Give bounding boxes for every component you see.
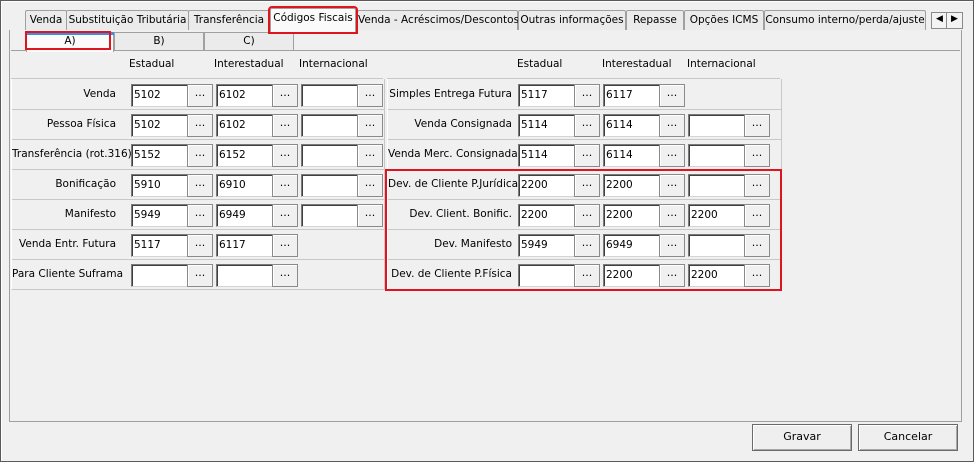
- right-interestadual-input[interactable]: 6117: [603, 84, 664, 107]
- left-internacional-browse-button[interactable]: ...: [357, 174, 383, 197]
- right-internacional-browse-button[interactable]: ...: [744, 144, 770, 167]
- subtab-b[interactable]: B): [114, 32, 204, 51]
- left-col-estadual: Estadual: [129, 58, 175, 70]
- tab-repasse[interactable]: Repasse: [626, 10, 684, 31]
- left-cfop-row: Venda 5102... 6102......: [11, 79, 385, 110]
- left-estadual-input[interactable]: 5910: [131, 174, 192, 197]
- right-interestadual-browse-button[interactable]: ...: [659, 84, 685, 107]
- tab-transferencia[interactable]: Transferência: [188, 10, 270, 31]
- left-estadual-browse-button[interactable]: ...: [187, 264, 213, 287]
- left-cfop-row: Pessoa Física 5102... 6102......: [11, 109, 385, 140]
- tab-opcoes-icms[interactable]: Opções ICMS: [684, 10, 764, 31]
- right-estadual-input[interactable]: 5114: [518, 144, 579, 167]
- right-col-internacional: Internacional: [687, 58, 756, 70]
- left-estadual-input[interactable]: 5949: [131, 204, 192, 227]
- right-col-estadual: Estadual: [517, 58, 563, 70]
- right-interestadual-input[interactable]: 6114: [603, 114, 664, 137]
- left-internacional-browse-button[interactable]: ...: [357, 144, 383, 167]
- left-interestadual-input[interactable]: 6102: [216, 84, 277, 107]
- left-row-label: Pessoa Física: [46, 118, 116, 130]
- left-internacional-input[interactable]: [301, 204, 362, 227]
- left-row-label: Para Cliente Suframa: [12, 268, 124, 280]
- left-estadual-browse-button[interactable]: ...: [187, 234, 213, 257]
- left-row-label: Venda: [83, 88, 116, 100]
- tab-outras-informacoes[interactable]: Outras informações: [518, 10, 626, 31]
- right-interestadual-browse-button[interactable]: ...: [659, 114, 685, 137]
- left-row-label: Venda Entr. Futura: [19, 238, 116, 250]
- left-interestadual-input[interactable]: 6152: [216, 144, 277, 167]
- tab-venda-acrescimos-descontos[interactable]: Venda - Acréscimos/Descontos: [357, 10, 519, 31]
- right-internacional-browse-button[interactable]: ...: [744, 114, 770, 137]
- left-estadual-browse-button[interactable]: ...: [187, 174, 213, 197]
- left-interestadual-input[interactable]: 6949: [216, 204, 277, 227]
- left-cfop-row: Venda Entr. Futura 5117... 6117...: [11, 229, 385, 260]
- left-interestadual-browse-button[interactable]: ...: [272, 84, 298, 107]
- left-row-label: Bonificação: [55, 178, 116, 190]
- left-interestadual-browse-button[interactable]: ...: [272, 174, 298, 197]
- tab-scroll-right-icon[interactable]: ▶: [946, 12, 963, 29]
- left-estadual-browse-button[interactable]: ...: [187, 84, 213, 107]
- right-row-label: Simples Entrega Futura: [389, 88, 512, 100]
- left-interestadual-input[interactable]: 6910: [216, 174, 277, 197]
- left-estadual-browse-button[interactable]: ...: [187, 204, 213, 227]
- left-internacional-input[interactable]: [301, 84, 362, 107]
- right-cfop-row: Venda Merc. Consignada 5114... 6114......: [387, 139, 782, 170]
- left-estadual-input[interactable]: 5102: [131, 114, 192, 137]
- subtab-c[interactable]: C): [204, 32, 294, 51]
- save-button[interactable]: Gravar: [752, 424, 852, 451]
- right-estadual-input[interactable]: 5114: [518, 114, 579, 137]
- right-estadual-browse-button[interactable]: ...: [574, 114, 600, 137]
- left-interestadual-input[interactable]: 6117: [216, 234, 277, 257]
- right-interestadual-input[interactable]: 6114: [603, 144, 664, 167]
- left-row-label: Transferência (rot.316): [12, 148, 132, 160]
- left-interestadual-browse-button[interactable]: ...: [272, 144, 298, 167]
- left-interestadual-input[interactable]: [216, 264, 277, 287]
- tab-venda[interactable]: Venda: [25, 10, 67, 31]
- left-estadual-input[interactable]: 5117: [131, 234, 192, 257]
- left-internacional-browse-button[interactable]: ...: [357, 114, 383, 137]
- subtab-highlight: [25, 31, 111, 50]
- right-cfop-row: Simples Entrega Futura 5117... 6117...: [387, 79, 782, 110]
- right-interestadual-browse-button[interactable]: ...: [659, 144, 685, 167]
- left-cfop-row: Bonificação 5910... 6910......: [11, 169, 385, 200]
- left-estadual-input[interactable]: [131, 264, 192, 287]
- right-cfop-row: Venda Consignada 5114... 6114......: [387, 109, 782, 140]
- left-estadual-input[interactable]: 5152: [131, 144, 192, 167]
- left-interestadual-browse-button[interactable]: ...: [272, 204, 298, 227]
- left-internacional-input[interactable]: [301, 114, 362, 137]
- right-estadual-browse-button[interactable]: ...: [574, 144, 600, 167]
- left-interestadual-browse-button[interactable]: ...: [272, 234, 298, 257]
- left-estadual-browse-button[interactable]: ...: [187, 114, 213, 137]
- left-interestadual-input[interactable]: 6102: [216, 114, 277, 137]
- left-internacional-browse-button[interactable]: ...: [357, 84, 383, 107]
- left-interestadual-browse-button[interactable]: ...: [272, 114, 298, 137]
- left-estadual-input[interactable]: 5102: [131, 84, 192, 107]
- tab-consumo-interno[interactable]: Consumo interno/perda/ajuste: [764, 10, 926, 31]
- left-cfop-row: Transferência (rot.316) 5152... 6152......: [11, 139, 385, 170]
- left-estadual-browse-button[interactable]: ...: [187, 144, 213, 167]
- tab-substituicao-tributaria[interactable]: Substituição Tributária: [66, 10, 189, 31]
- left-row-label: Manifesto: [64, 208, 116, 220]
- left-internacional-input[interactable]: [301, 174, 362, 197]
- right-internacional-input[interactable]: [688, 144, 749, 167]
- right-col-interestadual: Interestadual: [602, 58, 672, 70]
- left-cfop-row: Manifesto 5949... 6949......: [11, 199, 385, 230]
- right-estadual-input[interactable]: 5117: [518, 84, 579, 107]
- left-col-interestadual: Interestadual: [214, 58, 284, 70]
- devolucao-highlight-box: [385, 169, 782, 291]
- subtab-divider: [11, 50, 960, 51]
- left-cfop-row: Para Cliente Suframa......: [11, 259, 385, 290]
- right-row-label: Venda Merc. Consignada: [388, 148, 518, 160]
- left-internacional-input[interactable]: [301, 144, 362, 167]
- right-internacional-input[interactable]: [688, 114, 749, 137]
- right-row-label: Venda Consignada: [414, 118, 512, 130]
- left-col-internacional: Internacional: [299, 58, 368, 70]
- left-internacional-browse-button[interactable]: ...: [357, 204, 383, 227]
- cancel-button[interactable]: Cancelar: [858, 424, 958, 451]
- right-estadual-browse-button[interactable]: ...: [574, 84, 600, 107]
- tab-codigos-fiscais[interactable]: Códigos Fiscais: [268, 6, 358, 34]
- left-interestadual-browse-button[interactable]: ...: [272, 264, 298, 287]
